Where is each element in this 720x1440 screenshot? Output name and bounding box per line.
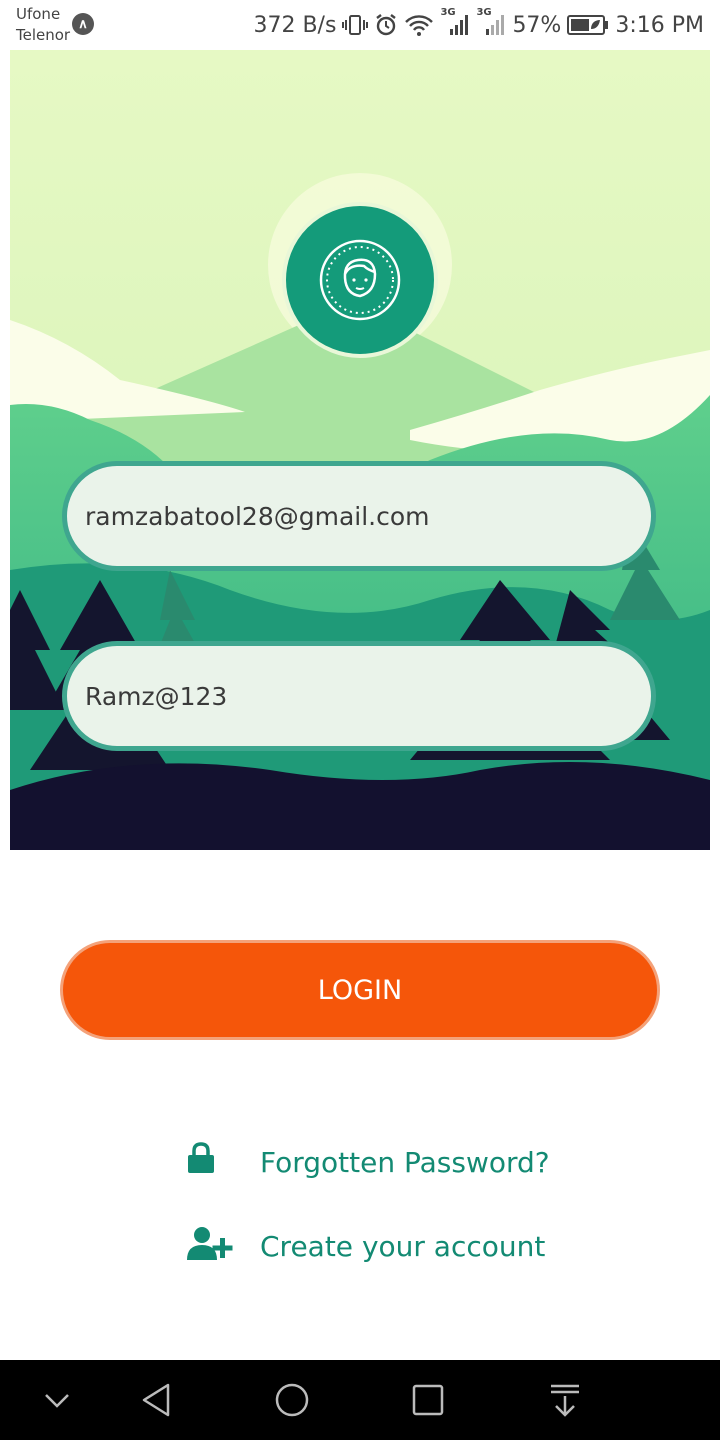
clock: 3:16 PM — [615, 12, 704, 38]
alarm-icon — [374, 13, 398, 37]
carrier-1: Ufone — [16, 5, 61, 23]
forgot-password-label: Forgotten Password? — [260, 1146, 550, 1179]
create-account-label: Create your account — [260, 1230, 546, 1263]
notification-pull-icon[interactable] — [548, 1380, 582, 1425]
carrier-2: Telenor — [16, 26, 71, 44]
email-input[interactable] — [85, 501, 651, 531]
net-speed: 372 B/s — [253, 12, 337, 38]
status-icons: 372 B/s 3G 3G 57% 3:16 PM — [253, 7, 704, 40]
signal-icon-1: 3G — [440, 7, 470, 37]
user-face-icon — [319, 239, 401, 321]
signal-icon-2: 3G — [476, 7, 506, 37]
recents-icon[interactable] — [410, 1380, 446, 1425]
password-field[interactable] — [62, 641, 656, 751]
login-label: LOGIN — [317, 974, 403, 1006]
vibrate-icon — [342, 13, 369, 37]
status-bar: Ufone Telenor ∧ 372 B/s 3G 3G 57% 3:16 P… — [0, 0, 720, 50]
email-field[interactable] — [62, 461, 656, 571]
navigation-bar — [0, 1360, 720, 1440]
collapse-icon[interactable] — [42, 1380, 72, 1425]
login-button[interactable]: LOGIN — [60, 940, 660, 1040]
back-icon[interactable] — [138, 1380, 174, 1425]
carrier-names: Ufone Telenor — [16, 4, 70, 46]
forgot-password-link[interactable]: Forgotten Password? — [186, 1140, 550, 1179]
home-icon[interactable] — [273, 1380, 311, 1425]
battery-icon — [567, 14, 609, 36]
password-input[interactable] — [85, 681, 651, 711]
app-notification-icon: ∧ — [72, 13, 94, 35]
lock-icon — [188, 1142, 214, 1173]
hero-illustration — [10, 50, 710, 850]
profile-avatar — [282, 202, 438, 358]
signal-type-1: 3G — [440, 7, 456, 18]
add-user-icon — [187, 1227, 233, 1260]
wifi-icon — [404, 13, 434, 37]
create-account-link[interactable]: Create your account — [186, 1224, 545, 1264]
battery-percent: 57% — [512, 12, 562, 38]
signal-type-2: 3G — [476, 7, 492, 18]
